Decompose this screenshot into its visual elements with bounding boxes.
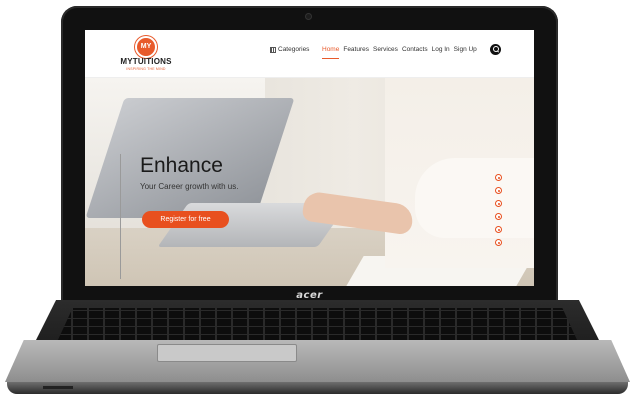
slider-dot[interactable] — [495, 187, 502, 194]
laptop-lid: MY MYTUITIONS INSPIRING THE MIND Categor… — [61, 6, 558, 306]
nav-item-signup[interactable]: Sign Up — [454, 46, 477, 53]
slider-dot[interactable] — [495, 213, 502, 220]
logo-badge-text: MY — [140, 43, 152, 50]
slider-dot[interactable] — [495, 239, 502, 246]
logo-badge: MY — [135, 36, 157, 58]
laptop-mockup: MY MYTUITIONS INSPIRING THE MIND Categor… — [0, 0, 635, 400]
nav-item-services[interactable]: Services — [373, 46, 398, 53]
touchpad — [157, 344, 297, 362]
slider-dot[interactable] — [495, 174, 502, 181]
laptop-front-edge — [7, 382, 628, 394]
categories-label: Categories — [278, 46, 310, 53]
hero-photo-sleeve — [415, 158, 534, 238]
main-menu: Home Features Services Contacts Log In S… — [322, 46, 477, 59]
logo-tagline: INSPIRING THE MIND — [126, 67, 166, 71]
keyboard-rows — [57, 308, 578, 342]
webcam — [305, 13, 312, 20]
hero-divider — [120, 154, 121, 279]
slider-dots — [495, 174, 502, 246]
register-button[interactable]: Register for free — [142, 211, 229, 228]
site-navbar: MY MYTUITIONS INSPIRING THE MIND Categor… — [85, 30, 534, 78]
categories-menu[interactable]: Categories — [270, 46, 309, 53]
grid-icon — [270, 46, 276, 53]
search-icon[interactable] — [490, 44, 501, 55]
nav-item-home[interactable]: Home — [322, 46, 340, 59]
hero-subtitle: Your Career growth with us. — [140, 182, 239, 191]
hero-title: Enhance — [140, 154, 223, 177]
nav-item-contacts[interactable]: Contacts — [402, 46, 428, 53]
hero-section: Enhance Your Career growth with us. Regi… — [85, 78, 534, 286]
card-slot — [43, 386, 73, 389]
laptop-base — [5, 300, 630, 395]
nav-item-features[interactable]: Features — [343, 46, 369, 53]
laptop-screen: MY MYTUITIONS INSPIRING THE MIND Categor… — [85, 30, 534, 286]
logo-name: MYTUITIONS — [120, 57, 172, 66]
nav-item-login[interactable]: Log In — [432, 46, 450, 53]
slider-dot[interactable] — [495, 226, 502, 233]
palm-rest — [5, 340, 630, 382]
site-logo[interactable]: MY MYTUITIONS INSPIRING THE MIND — [111, 36, 181, 74]
slider-dot[interactable] — [495, 200, 502, 207]
